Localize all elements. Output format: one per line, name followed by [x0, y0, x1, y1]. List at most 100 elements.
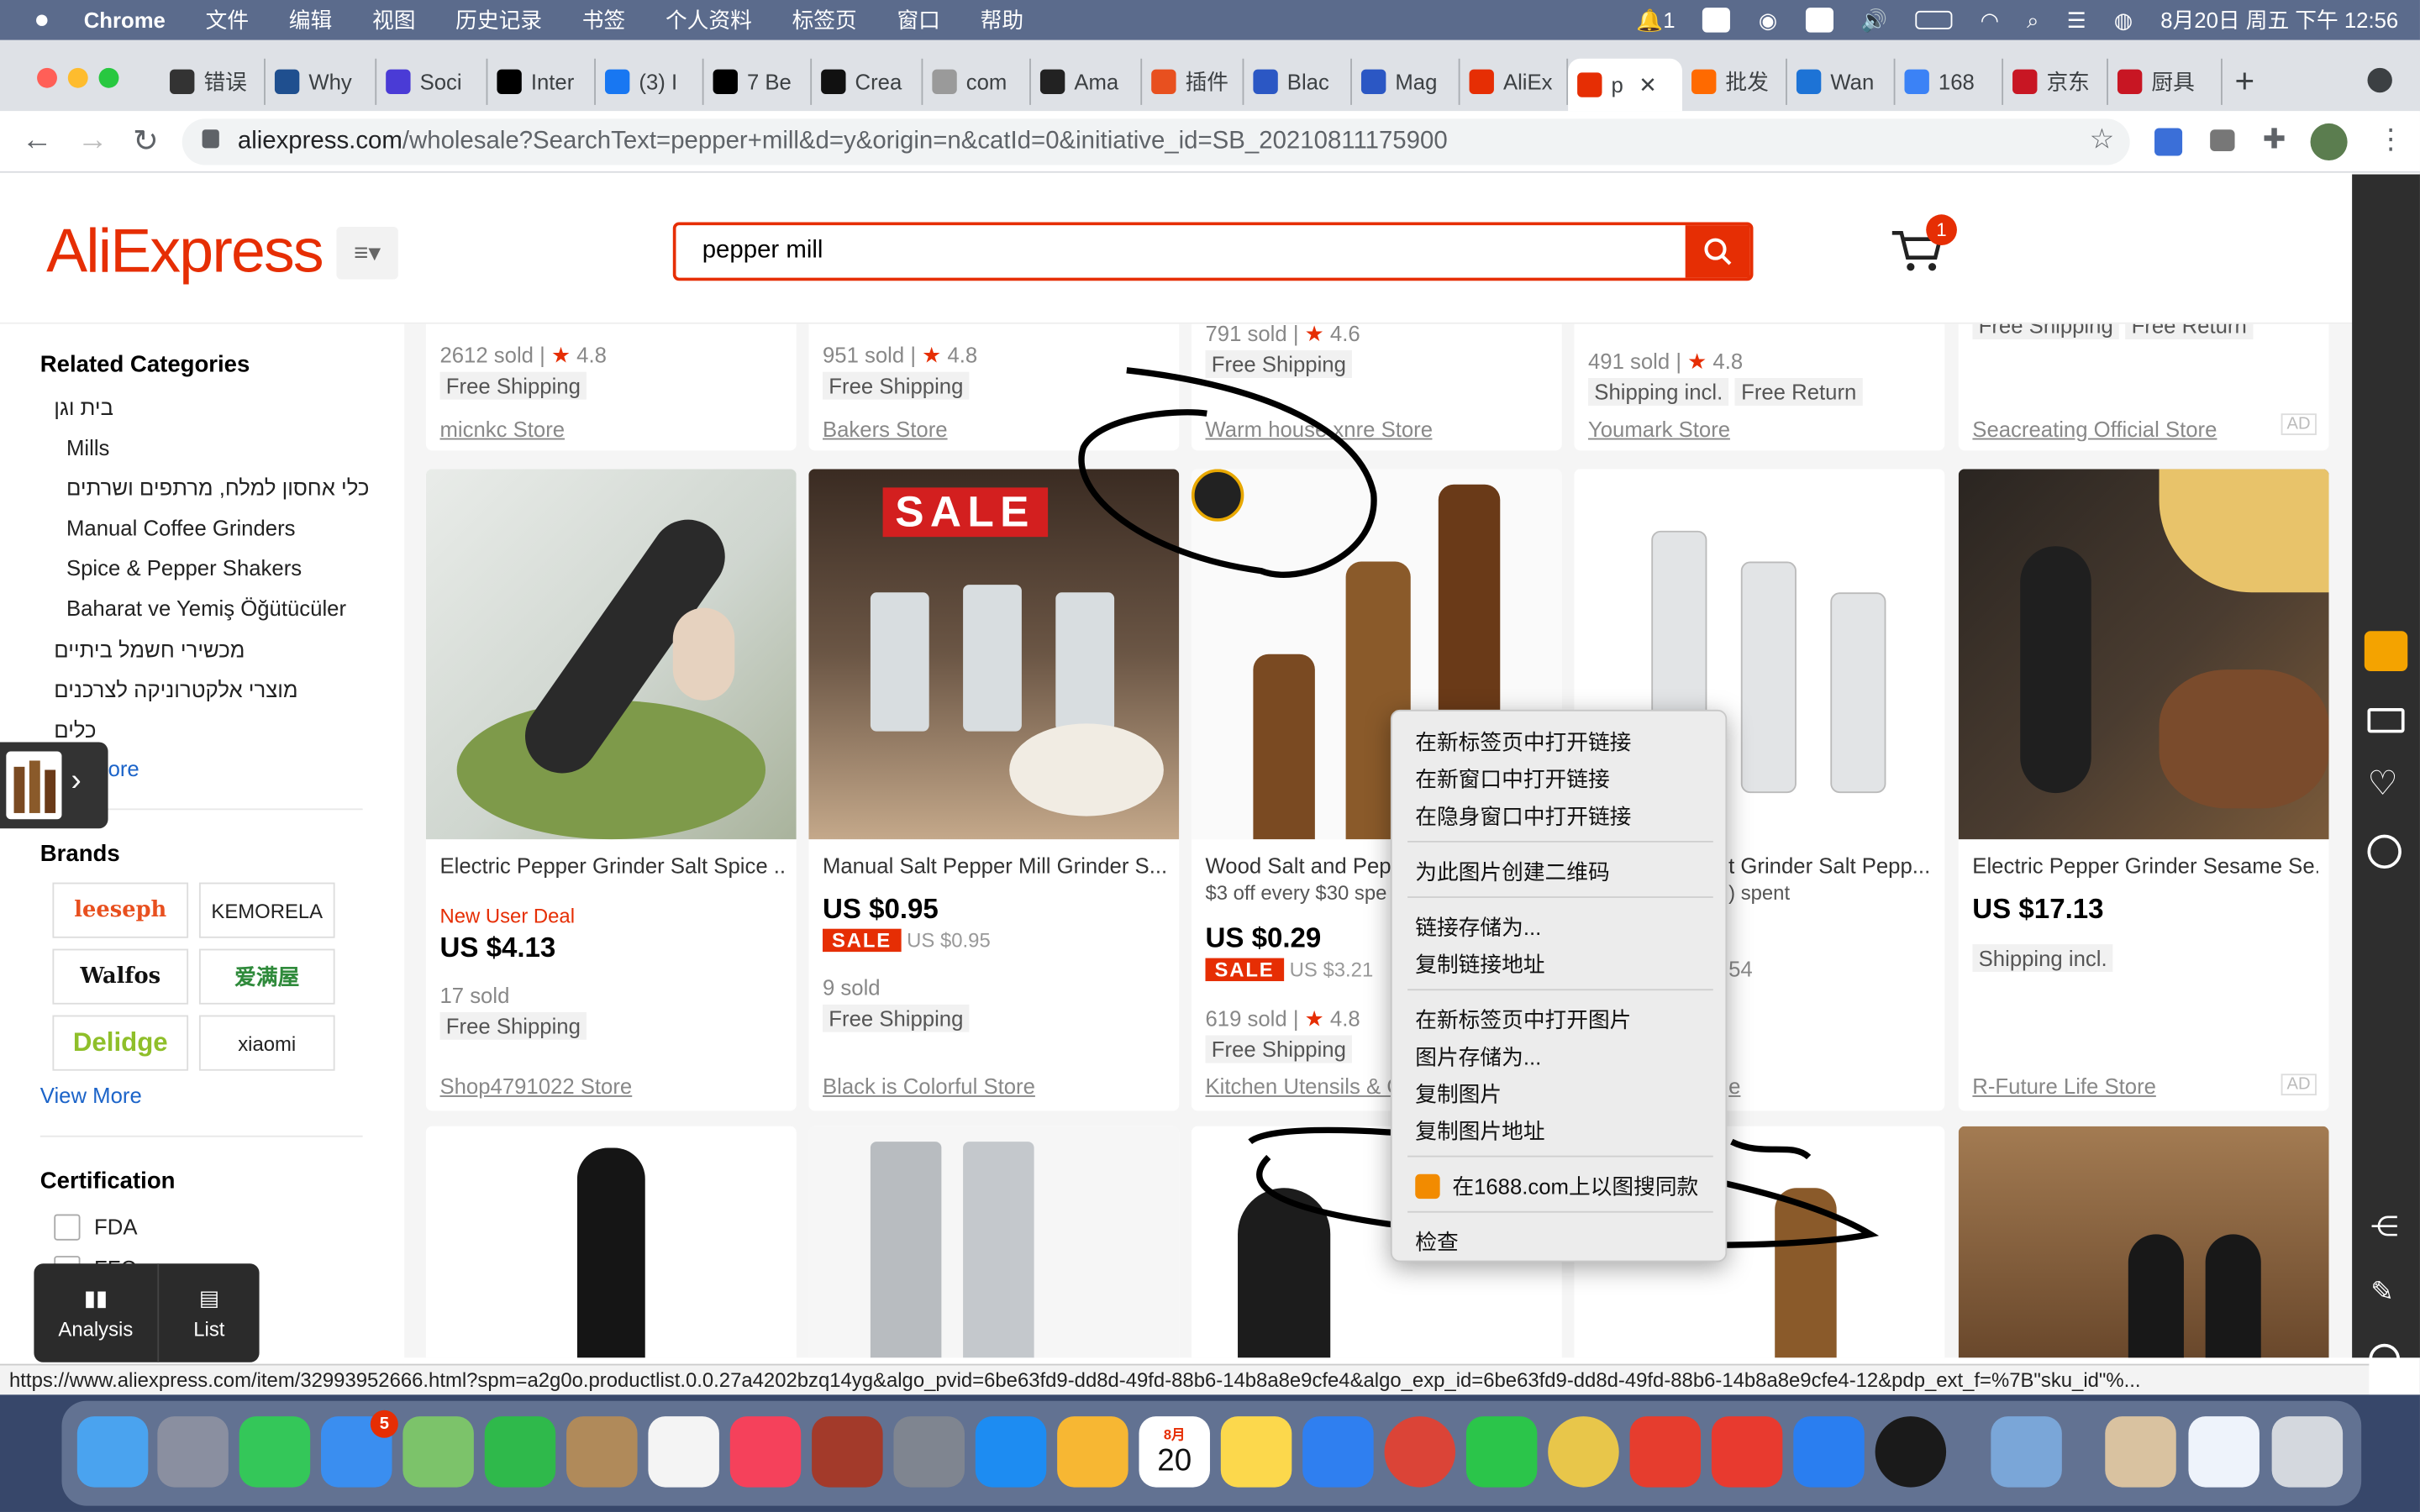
product-card[interactable]: 791 sold | ★ 4.6 Free Shipping Warm hous…	[1191, 323, 1562, 451]
browser-tab[interactable]: 批发	[1682, 58, 1787, 105]
facetime-icon[interactable]	[484, 1416, 556, 1488]
profile-avatar[interactable]	[2310, 123, 2348, 161]
menu-history[interactable]: 历史记录	[455, 5, 542, 36]
gift-icon[interactable]	[2364, 631, 2408, 671]
browser-tab[interactable]: AliEx	[1460, 58, 1569, 105]
cert-fda-checkbox[interactable]	[54, 1214, 81, 1241]
share-icon[interactable]: ⋲	[2370, 1211, 2398, 1244]
list-button[interactable]: ▤ List	[157, 1263, 259, 1362]
browser-tab[interactable]: 京东	[2003, 58, 2108, 105]
notification-bell-icon[interactable]: 🔔1	[1636, 7, 1675, 33]
browser-tab[interactable]: 168	[1895, 58, 2004, 105]
ctx-open-image-new-tab[interactable]: 在新标签页中打开图片	[1415, 1005, 1631, 1036]
category-item[interactable]: מכשירי חשמל ביתיים	[54, 638, 245, 662]
pen-icon[interactable]: ✎	[2370, 1276, 2394, 1309]
category-item[interactable]: מוצרי אלקטרוניקה לצרכנים	[54, 677, 297, 701]
brand-kemorela[interactable]: KEMORELA	[198, 882, 335, 938]
dictionary-icon[interactable]	[812, 1416, 883, 1488]
word-icon[interactable]	[1702, 8, 1731, 33]
browser-tab[interactable]: p ✕	[1568, 58, 1683, 112]
reminders-icon[interactable]	[648, 1416, 719, 1488]
wishlist-heart-icon[interactable]: ♡	[2367, 764, 2397, 804]
trash-icon[interactable]	[2271, 1416, 2344, 1488]
ctx-open-link-new-tab[interactable]: 在新标签页中打开链接	[1415, 727, 1631, 758]
messages-icon[interactable]	[239, 1416, 311, 1488]
mail-icon[interactable]: 5	[321, 1410, 398, 1488]
wifi-icon[interactable]: ◠	[1981, 7, 1999, 33]
volume-icon[interactable]: 🔊	[1860, 7, 1887, 33]
category-menu-button[interactable]: ≡▾	[336, 226, 398, 280]
product-image[interactable]	[425, 1126, 797, 1358]
search-button[interactable]	[1685, 225, 1750, 278]
xmind-icon[interactable]	[1629, 1416, 1702, 1488]
ctx-copy-image[interactable]: 复制图片	[1415, 1079, 1502, 1110]
cert-fda-label[interactable]: FDA	[94, 1214, 137, 1238]
wechat-status-icon[interactable]: ◉	[1759, 7, 1777, 33]
reload-icon[interactable]: ↻	[133, 122, 159, 160]
coupon-icon[interactable]	[2367, 708, 2405, 733]
product-title[interactable]: Electric Pepper Grinder Sesame Se...	[1972, 853, 2317, 878]
category-item[interactable]: בית וגן	[54, 395, 113, 419]
ctx-search-1688[interactable]: 在1688.com上以图搜同款	[1415, 1171, 1698, 1202]
browser-tab[interactable]: 插件	[1142, 58, 1244, 105]
product-card[interactable]: Free Shipping Free Return Seacreating Of…	[1958, 323, 2329, 451]
product-card[interactable]	[425, 1126, 797, 1358]
store-link[interactable]: Shop4791022 Store	[439, 1074, 632, 1098]
floating-image-search[interactable]: ›	[0, 742, 108, 829]
category-item[interactable]: Manual Coffee Grinders	[66, 515, 296, 539]
store-link[interactable]: Black is Colorful Store	[823, 1074, 1035, 1098]
browser-tab[interactable]: com	[923, 58, 1031, 105]
store-link[interactable]: Bakers Store	[823, 417, 948, 441]
brand-xiaomi[interactable]: xiaomi	[198, 1015, 335, 1071]
feishu-icon[interactable]	[1793, 1416, 1865, 1488]
search-input[interactable]	[676, 225, 1687, 278]
brand-walfos[interactable]: Walfos	[52, 948, 189, 1005]
history-clock-icon[interactable]	[2367, 834, 2402, 869]
finder-icon[interactable]	[76, 1416, 149, 1488]
menu-profile[interactable]: 个人资料	[666, 5, 752, 36]
close-window-button[interactable]	[37, 67, 57, 88]
extensions-puzzle-icon[interactable]: ✚	[2263, 123, 2286, 156]
store-link[interactable]: e	[1728, 1074, 1740, 1098]
system-preferences-icon[interactable]	[893, 1416, 965, 1488]
browser-tab[interactable]: (3) I	[596, 58, 704, 105]
tab-search-button[interactable]	[2367, 67, 2392, 93]
store-link[interactable]: Youmark Store	[1588, 417, 1730, 441]
ctx-copy-link-address[interactable]: 复制链接地址	[1415, 949, 1544, 980]
browser-tab[interactable]: Ama	[1031, 58, 1143, 105]
product-card[interactable]: 2612 sold | ★ 4.8 Free Shipping micnkc S…	[425, 323, 797, 451]
ctx-open-link-new-window[interactable]: 在新窗口中打开链接	[1415, 764, 1609, 795]
browser-tab[interactable]: Blac	[1244, 58, 1352, 105]
analysis-button[interactable]: ▮▮ Analysis	[34, 1263, 157, 1362]
minimize-window-button[interactable]	[67, 67, 88, 88]
product-card[interactable]: SALE Manual Salt Pepper Mill Grinder S..…	[808, 469, 1180, 1111]
product-image[interactable]	[425, 469, 797, 840]
browser-tab[interactable]: Mag	[1352, 58, 1460, 105]
menu-tab[interactable]: 标签页	[792, 5, 857, 36]
product-image[interactable]	[1958, 1126, 2329, 1358]
back-icon[interactable]: ←	[22, 123, 53, 159]
menu-window[interactable]: 窗口	[897, 5, 939, 36]
wechat-icon[interactable]	[1465, 1416, 1538, 1488]
address-bar[interactable]: aliexpress.com/wholesale?SearchText=pepp…	[182, 118, 2130, 165]
chrome-icon[interactable]	[1384, 1416, 1456, 1488]
browser-tab[interactable]: 7 Be	[704, 58, 813, 105]
menu-bookmarks[interactable]: 书签	[582, 5, 625, 36]
product-card[interactable]: 951 sold | ★ 4.8 Free Shipping Bakers St…	[808, 323, 1180, 451]
ctx-save-image-as[interactable]: 图片存储为...	[1415, 1042, 1541, 1073]
view-more-brands-link[interactable]: View More	[40, 1083, 142, 1107]
menu-file[interactable]: 文件	[206, 5, 249, 36]
siri-icon[interactable]: ◍	[2114, 7, 2133, 33]
category-item[interactable]: Spice & Pepper Shakers	[66, 555, 302, 580]
wps-icon[interactable]	[1711, 1416, 1783, 1488]
pangu-icon[interactable]	[1548, 1416, 1619, 1488]
product-card[interactable]: Electric Pepper Grinder Sesame Se... US …	[1958, 469, 2329, 1111]
maps-icon[interactable]	[402, 1416, 474, 1488]
launchpad-icon[interactable]	[157, 1416, 229, 1488]
brand-delidge[interactable]: Delidge	[52, 1015, 189, 1071]
safari-icon[interactable]	[1302, 1416, 1374, 1488]
product-title[interactable]: Electric Pepper Grinder Salt Spice ...	[439, 853, 785, 878]
store-link[interactable]: Warm house xnre Store	[1205, 417, 1433, 441]
category-item[interactable]: כלים	[54, 717, 96, 742]
browser-tab[interactable]: Crea	[812, 58, 923, 105]
